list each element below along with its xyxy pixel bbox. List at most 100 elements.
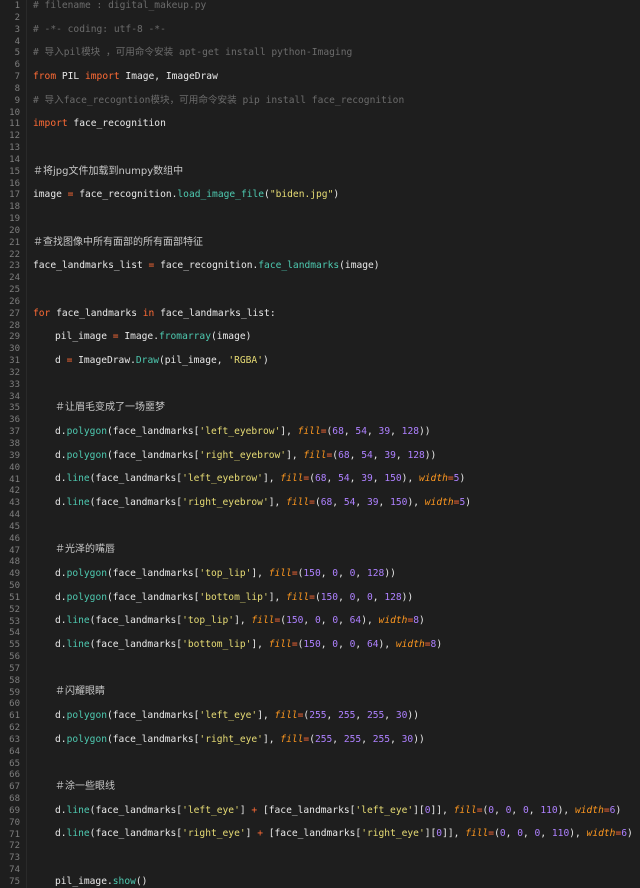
line-number: 74: [9, 865, 20, 875]
code-token: 128: [366, 568, 385, 579]
code-token: ),: [361, 615, 379, 626]
line-number: 48: [9, 557, 20, 567]
code-token: 150: [384, 473, 402, 484]
line-number: 18: [9, 202, 20, 212]
code-token: fill: [268, 568, 292, 579]
code-token: ]: [239, 805, 252, 816]
code-token: ,: [378, 497, 391, 508]
code-token: 150: [303, 639, 321, 650]
line-number: 46: [9, 534, 20, 544]
code-token: 'right_eyebrow': [182, 497, 269, 508]
code-token: ,: [384, 710, 396, 721]
code-token: line: [66, 473, 90, 484]
code-token: ,: [355, 497, 367, 508]
code-token: ),: [569, 828, 587, 839]
code-token: )): [413, 734, 425, 745]
code-token: (face_landmarks[: [107, 426, 200, 437]
code-token: 150: [320, 592, 339, 603]
line-number: 55: [9, 640, 20, 650]
line-number: 8: [14, 84, 20, 94]
line-number: 67: [9, 782, 20, 792]
code-token: ],: [268, 592, 287, 603]
code-token: polygon: [66, 568, 107, 579]
code-token: ): [436, 639, 443, 650]
line-number: 52: [9, 605, 20, 615]
code-token: width: [586, 828, 616, 839]
code-line-1: # filename : digital_makeup.py: [33, 0, 207, 11]
code-editor[interactable]: 1 2 3 4 5 6 7 8 9 10 11 12 13 14 15 16 17 18 19 20 21 22 23 24 2…: [0, 0, 640, 888]
code-line-61: d.polygon(face_landmarks['left_eye'], fi…: [55, 710, 636, 722]
code-token: 'left_eye': [355, 805, 414, 816]
code-token: ,: [326, 710, 339, 721]
code-token: ]],: [430, 805, 454, 816]
code-token: width: [395, 639, 425, 650]
code-token: ],: [286, 450, 304, 461]
code-line-11: import face_recognition: [33, 118, 166, 129]
code-line-31: d = ImageDraw.Draw(pil_image, 'RGBA'): [55, 355, 269, 366]
code-token: d.: [55, 828, 67, 839]
code-token: ,: [332, 497, 344, 508]
code-token: 'left_eyebrow': [182, 473, 263, 484]
line-number: 42: [9, 486, 20, 496]
code-token: ],: [234, 615, 252, 626]
code-token: ,: [390, 426, 402, 437]
code-token: [face_landmarks[: [257, 805, 356, 816]
line-number: 14: [9, 155, 20, 165]
code-token: ,: [338, 592, 350, 603]
code-token: 'left_eye': [199, 710, 258, 721]
code-token: ,: [355, 710, 367, 721]
line-number: 21: [9, 238, 20, 248]
line-number: 9: [14, 96, 20, 106]
code-token: fill: [453, 805, 477, 816]
code-token: 'top_lip': [182, 615, 235, 626]
code-token: ,: [338, 615, 350, 626]
code-token: width: [424, 497, 454, 508]
code-token: ),: [557, 805, 575, 816]
code-token: (face_landmarks[: [107, 734, 200, 745]
code-token: ),: [407, 497, 425, 508]
code-token: 150: [303, 568, 321, 579]
code-token: 'right_eye': [182, 828, 246, 839]
code-token: ,: [349, 450, 362, 461]
code-token: 54: [338, 473, 350, 484]
code-token: d.: [55, 473, 67, 484]
code-token: 128: [401, 426, 419, 437]
code-line-51: d.polygon(face_landmarks['bottom_lip'], …: [55, 592, 636, 604]
line-number: 73: [9, 853, 20, 863]
code-token: ,: [361, 734, 373, 745]
code-token: width: [419, 473, 448, 484]
code-token: polygon: [66, 450, 107, 461]
code-token: line: [66, 497, 90, 508]
code-token: ],: [268, 497, 287, 508]
line-number: 12: [9, 131, 20, 141]
code-token: line: [66, 805, 90, 816]
code-token: 39: [378, 426, 391, 437]
line-number: 43: [9, 498, 20, 508]
code-token: ],: [262, 734, 281, 745]
line-number: 5: [14, 48, 20, 58]
code-token: [face_landmarks[: [262, 828, 362, 839]
line-number: 33: [9, 380, 20, 390]
code-token: ,: [349, 473, 362, 484]
line-number: 50: [9, 581, 20, 591]
code-token: 54: [343, 497, 356, 508]
code-token: fill: [297, 426, 321, 437]
code-token: d.: [55, 592, 67, 603]
code-token: fill: [268, 639, 292, 650]
code-token: ,: [320, 615, 333, 626]
line-number: 75: [9, 877, 20, 887]
code-token: 39: [384, 450, 396, 461]
line-number: 29: [9, 332, 20, 342]
code-token: )): [407, 710, 419, 721]
code-token: ,: [372, 592, 385, 603]
line-number: 6: [14, 60, 20, 70]
line-number: 72: [9, 841, 20, 851]
line-number: 3: [14, 25, 20, 35]
code-token: ,: [355, 568, 367, 579]
code-token: 255: [309, 710, 327, 721]
code-line-17: image = face_recognition.load_image_file…: [33, 189, 340, 200]
code-token: fill: [280, 473, 304, 484]
line-number: 56: [9, 652, 20, 662]
code-token: ][: [413, 805, 425, 816]
code-line-49: d.polygon(face_landmarks['top_lip'], fil…: [55, 568, 636, 580]
